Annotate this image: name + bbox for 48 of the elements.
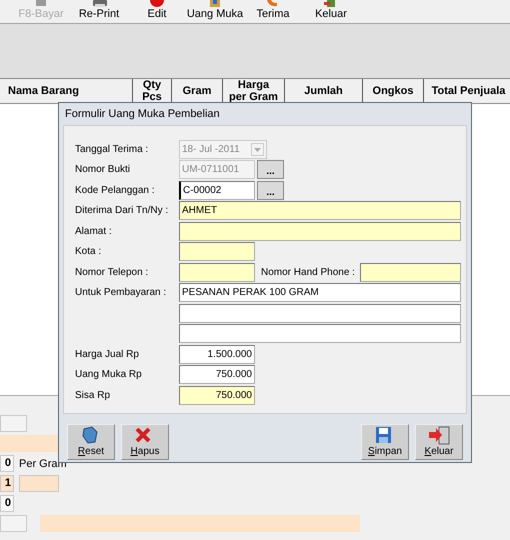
input-field[interactable]: 1 [0,475,14,492]
input-field[interactable]: 0 [0,455,14,472]
input-field[interactable] [0,515,27,532]
input-field[interactable]: 0 [0,495,14,512]
action-button[interactable]: Reset [67,424,115,460]
input-field[interactable] [179,222,461,241]
input-field[interactable]: C-00002 [179,180,255,200]
field-label: Kota : [75,246,102,258]
printer-icon [91,0,107,7]
toolbar-button[interactable]: Re-Print [70,0,128,23]
exit-door-icon [428,426,450,445]
lookup-button[interactable]: ... [257,180,284,200]
toolbar-button[interactable]: Edit [128,0,186,23]
field-label: Nomor Bukti [75,164,132,176]
toolbar-button[interactable]: Uang Muka [186,0,244,23]
input-field[interactable] [0,435,60,452]
action-button[interactable]: Hapus [121,424,169,460]
input-field[interactable] [19,475,59,492]
input-field[interactable] [179,304,461,323]
folder-icon [207,0,223,7]
input-field[interactable]: AHMET [179,201,461,220]
field-label: Kode Pelanggan : [75,184,156,196]
action-button[interactable]: Simpan [361,424,409,460]
input-field[interactable] [179,242,255,262]
input-field[interactable]: PESANAN PERAK 100 GRAM [179,283,461,302]
toolbar-button[interactable]: Keluar [302,0,360,23]
field-label: Diterima Dari Tn/Ny : [75,205,170,216]
field-label: Uang Muka Rp [75,369,143,380]
field-label: Alamat : [75,226,113,237]
input-field[interactable] [360,262,461,282]
field-label: Nomor Telepon : [75,266,150,278]
input-field[interactable]: 750.000 [179,365,255,384]
input-field[interactable] [40,515,360,532]
field-label: Tanggal Terima : [75,144,150,155]
input-field[interactable] [179,262,255,282]
dropdown-caret-icon [251,142,264,156]
field-label: Sisa Rp [75,390,112,401]
action-button[interactable]: Keluar [415,424,463,460]
field-label: Untuk Pembayaran : [75,287,168,298]
field-label: Nomor Hand Phone : [261,266,355,278]
field-label: Harga Jual Rp [75,348,140,360]
input-field[interactable]: 750.000 [179,386,255,405]
input-field[interactable] [179,324,461,344]
input-field[interactable]: 1.500.000 [179,344,255,364]
alert-icon [149,0,165,7]
toolbar-button[interactable]: Terima [244,0,302,23]
window-title: Formulir Uang Muka Pembelian [64,107,221,122]
input-field[interactable] [0,415,27,432]
